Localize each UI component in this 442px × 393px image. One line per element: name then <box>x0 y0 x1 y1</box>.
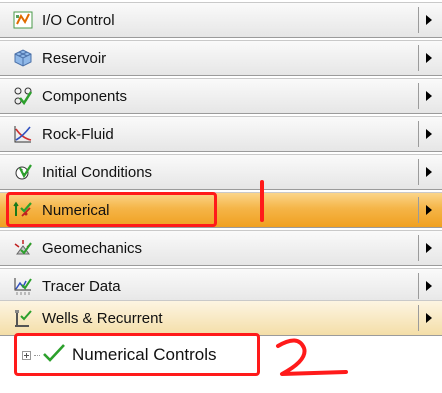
nav-item-components[interactable]: Components <box>0 78 442 114</box>
initial-conditions-icon <box>12 161 34 183</box>
nav-item-label: Reservoir <box>42 49 107 67</box>
rock-fluid-icon <box>12 123 34 145</box>
nav-item-label: Geomechanics <box>42 239 143 257</box>
reservoir-grid-icon <box>12 47 34 69</box>
nav-item-reservoir[interactable]: Reservoir <box>0 40 442 76</box>
nav-item-io-control[interactable]: I/O Control <box>0 2 442 38</box>
expand-arrow-button[interactable] <box>418 235 439 261</box>
triangle-right-icon <box>426 129 432 139</box>
nav-item-label: I/O Control <box>42 11 115 29</box>
triangle-right-icon <box>426 15 432 25</box>
tree-connector <box>34 354 40 356</box>
section-navigator: I/O Control Reservoir Components Rock-Fl… <box>0 0 442 393</box>
expand-arrow-button[interactable] <box>418 83 439 109</box>
triangle-right-icon <box>426 91 432 101</box>
expand-arrow-button[interactable] <box>418 7 439 33</box>
triangle-right-icon <box>426 313 432 323</box>
components-icon <box>12 85 34 107</box>
tree-item-label: Numerical Controls <box>72 345 217 364</box>
nav-item-label: Rock-Fluid <box>42 125 114 143</box>
triangle-right-icon <box>426 53 432 63</box>
numerical-icon <box>12 199 34 221</box>
nav-item-wells-recurrent[interactable]: Wells & Recurrent <box>0 300 442 336</box>
nav-item-initial-conditions[interactable]: Initial Conditions <box>0 154 442 190</box>
triangle-right-icon <box>426 205 432 215</box>
expand-arrow-button[interactable] <box>418 273 439 299</box>
nav-item-label: Components <box>42 87 128 105</box>
nav-item-tracer-data[interactable]: Tracer Data <box>0 268 442 304</box>
nav-item-numerical[interactable]: Numerical <box>0 192 442 228</box>
expand-arrow-button[interactable] <box>418 159 439 185</box>
wells-recurrent-icon <box>12 307 34 329</box>
nav-item-label: Initial Conditions <box>42 163 153 181</box>
tracer-data-icon <box>12 275 34 297</box>
nav-item-label: Tracer Data <box>42 277 121 295</box>
tree-expander-icon[interactable] <box>22 350 31 360</box>
geomechanics-icon <box>12 237 34 259</box>
section-tree: Numerical Controls <box>0 337 442 393</box>
triangle-right-icon <box>426 281 432 291</box>
nav-item-rock-fluid[interactable]: Rock-Fluid <box>0 116 442 152</box>
checkmark-icon <box>42 343 66 368</box>
expand-arrow-button[interactable] <box>418 121 439 147</box>
io-control-icon <box>12 9 34 31</box>
nav-item-geomechanics[interactable]: Geomechanics <box>0 230 442 266</box>
expand-arrow-button[interactable] <box>418 45 439 71</box>
expand-arrow-button[interactable] <box>418 197 439 223</box>
triangle-right-icon <box>426 243 432 253</box>
triangle-right-icon <box>426 167 432 177</box>
nav-item-label: Numerical <box>42 201 110 219</box>
expand-arrow-button[interactable] <box>418 305 439 331</box>
nav-item-label: Wells & Recurrent <box>42 309 163 327</box>
tree-item-numerical-controls[interactable]: Numerical Controls <box>22 343 217 367</box>
